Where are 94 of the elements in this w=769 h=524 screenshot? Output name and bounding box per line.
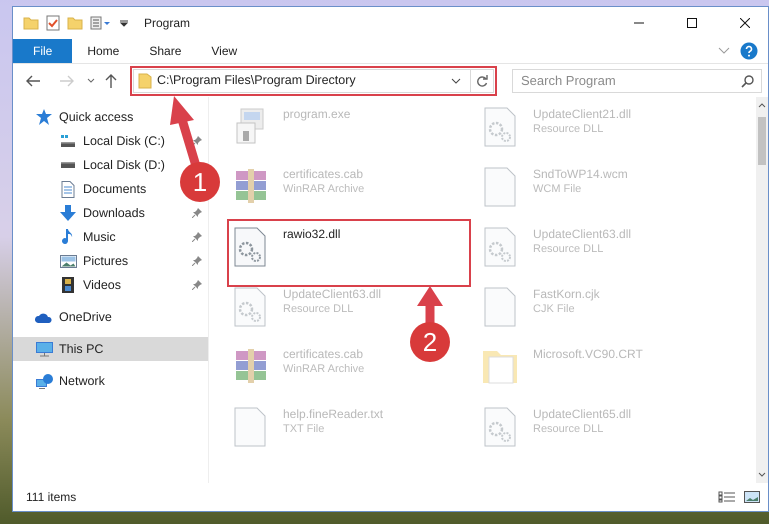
window-title: Program xyxy=(144,15,190,32)
file-type: WinRAR Archive xyxy=(283,362,364,377)
file-name: UpdateClient63.dll xyxy=(283,287,382,302)
sidebar-label: This PC xyxy=(59,340,104,358)
ribbon-tab[interactable]: Home xyxy=(72,39,134,63)
file-type: CJK File xyxy=(533,302,576,317)
annotation-arrow xyxy=(417,286,443,324)
vertical-scrollbar[interactable] xyxy=(756,97,768,483)
back-arrow-icon xyxy=(25,74,41,86)
item-count: 111 items xyxy=(26,489,76,506)
sidebar-item[interactable]: This PC xyxy=(13,337,208,361)
sidebar-label: Local Disk (C:) xyxy=(83,132,165,150)
scrollbar-thumb[interactable] xyxy=(758,117,766,165)
file-item[interactable]: rawio32.dll xyxy=(231,223,340,283)
sidebar-item[interactable]: Pictures xyxy=(59,249,132,273)
picture-icon xyxy=(60,254,76,268)
cloud-icon xyxy=(35,312,53,322)
search-icon xyxy=(741,74,754,88)
file-type: Resource DLL xyxy=(533,122,604,137)
file-name: help.fineReader.txt xyxy=(283,407,384,422)
pin-icon[interactable] xyxy=(192,208,202,218)
folder-icon xyxy=(23,16,39,30)
down-arrow-icon xyxy=(60,205,76,221)
search-field[interactable]: Search Program xyxy=(512,68,762,92)
scroll-up-icon[interactable] xyxy=(758,103,766,108)
up-arrow-icon xyxy=(104,72,117,88)
file-name: Microsoft.VC90.CRT xyxy=(533,347,643,362)
sidebar-item[interactable]: Local Disk (C:) xyxy=(59,129,169,153)
properties-icon[interactable] xyxy=(90,16,112,30)
file-type: TXT File xyxy=(283,422,326,437)
sidebar-item[interactable]: Network xyxy=(35,369,109,393)
ribbon-tab[interactable]: Share xyxy=(134,39,196,63)
checklist-icon[interactable] xyxy=(46,15,60,31)
sidebar-label: Videos xyxy=(83,276,121,294)
sidebar-label: Pictures xyxy=(83,252,128,270)
file-name: UpdateClient63.dll xyxy=(533,227,632,242)
details-view-icon[interactable] xyxy=(718,491,736,503)
drive-icon xyxy=(60,134,76,148)
pin-icon[interactable] xyxy=(192,280,202,290)
sidebar-item[interactable]: Quick access xyxy=(35,105,138,129)
file-type: Resource DLL xyxy=(533,242,604,257)
close-icon xyxy=(740,18,750,28)
pin-icon[interactable] xyxy=(192,136,202,146)
expand-ribbon-icon[interactable] xyxy=(718,47,730,55)
dropdown-arrow-icon[interactable] xyxy=(119,18,129,28)
sidebar-item[interactable]: Music xyxy=(59,225,120,249)
file-name: certificates.cab xyxy=(283,167,364,182)
address-bar[interactable]: C:\Program Files\Program Directory xyxy=(132,68,494,92)
refresh-icon xyxy=(476,74,488,86)
scroll-down-icon[interactable] xyxy=(758,472,766,477)
large-icons-view-icon[interactable] xyxy=(744,491,760,503)
sidebar-label: OneDrive xyxy=(59,308,112,326)
film-icon xyxy=(62,277,74,293)
up-button[interactable] xyxy=(104,72,117,88)
sidebar-label: Music xyxy=(83,228,116,246)
pin-icon[interactable] xyxy=(192,256,202,266)
sidebar-item[interactable]: Videos xyxy=(59,273,125,297)
maximize-icon xyxy=(687,18,697,28)
document-icon xyxy=(61,180,75,198)
file-name: certificates.cab xyxy=(283,347,364,362)
sidebar-label: Downloads xyxy=(83,204,145,222)
file-name: program.exe xyxy=(283,107,350,122)
file-name: SndToWP14.wcm xyxy=(533,167,628,182)
file-name: rawio32.dll xyxy=(283,227,340,242)
sidebar-label: Local Disk (D:) xyxy=(83,156,165,174)
file-type: WinRAR Archive xyxy=(283,182,364,197)
monitor-icon xyxy=(36,342,52,356)
forward-arrow-icon xyxy=(59,74,75,86)
ribbon-tab[interactable]: View xyxy=(196,39,252,63)
sidebar-item[interactable]: Documents xyxy=(59,177,150,201)
sidebar-item[interactable]: Downloads xyxy=(59,201,149,225)
recent-locations-icon[interactable] xyxy=(87,78,95,84)
file-name: UpdateClient65.dll xyxy=(533,407,632,422)
help-icon[interactable] xyxy=(740,42,758,60)
drive-icon xyxy=(60,162,76,168)
file-name: UpdateClient21.dll xyxy=(533,107,632,122)
music-note-icon xyxy=(62,229,74,245)
star-icon xyxy=(35,109,53,125)
file-type: WCM File xyxy=(533,182,582,197)
dropdown-chevron-icon[interactable] xyxy=(451,78,461,84)
network-icon xyxy=(36,374,52,388)
file-type: Resource DLL xyxy=(283,302,354,317)
sidebar-label: Network xyxy=(59,372,105,390)
file-name: FastKorn.cjk xyxy=(533,287,600,302)
folder-icon xyxy=(138,72,152,88)
sidebar-item[interactable]: OneDrive xyxy=(35,305,116,329)
back-button[interactable] xyxy=(25,74,41,86)
file-menu-button[interactable]: File xyxy=(13,39,72,63)
pin-icon[interactable] xyxy=(192,232,202,242)
sidebar-label: Quick access xyxy=(59,108,134,126)
sidebar-label: Documents xyxy=(83,180,146,198)
sidebar-item[interactable]: Local Disk (D:) xyxy=(59,153,169,177)
address-path: C:\Program Files\Program Directory xyxy=(156,72,357,90)
file-type: Resource DLL xyxy=(533,422,604,437)
